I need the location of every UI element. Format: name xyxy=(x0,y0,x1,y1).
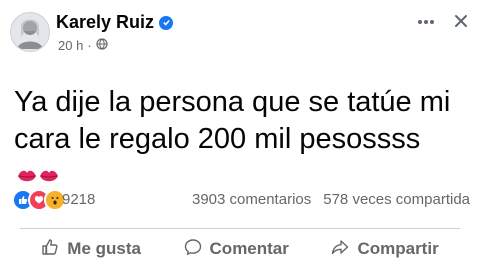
divider xyxy=(20,228,460,229)
share-button[interactable]: Compartir xyxy=(331,234,439,264)
shares-count[interactable]: 578 veces compartida xyxy=(323,191,470,208)
thumbs-up-icon xyxy=(41,238,59,261)
post-actions: Me gusta Comentar Compartir xyxy=(20,234,460,264)
speech-bubble-icon xyxy=(184,238,202,261)
post-text-container: Ya dije la persona que se tatúe mi cara … xyxy=(14,84,464,196)
globe-icon[interactable] xyxy=(96,38,108,53)
comment-button[interactable]: Comentar xyxy=(184,234,289,264)
post-text: Ya dije la persona que se tatúe mi cara … xyxy=(14,86,451,155)
more-options-icon[interactable] xyxy=(416,12,436,36)
reaction-count[interactable]: 9218 xyxy=(62,191,95,208)
stats-right: 3903 comentarios 578 veces compartida xyxy=(192,191,470,208)
meta-separator: · xyxy=(87,38,92,53)
like-button-label: Me gusta xyxy=(67,239,141,258)
author-name-container: Karely Ruiz xyxy=(56,12,174,33)
author-name[interactable]: Karely Ruiz xyxy=(56,12,154,33)
comment-button-label: Comentar xyxy=(209,239,289,258)
close-icon[interactable] xyxy=(452,12,470,36)
share-button-label: Compartir xyxy=(357,239,439,258)
post-stats: 9218 3903 comentarios 578 veces comparti… xyxy=(10,188,470,212)
share-arrow-icon xyxy=(331,238,349,261)
like-button[interactable]: Me gusta xyxy=(41,234,141,264)
post-time[interactable]: 20 h xyxy=(58,38,83,53)
post-header: Karely Ruiz 20 h · xyxy=(10,10,470,66)
post-meta: 20 h · xyxy=(58,38,108,53)
avatar[interactable] xyxy=(10,12,50,52)
reaction-icons[interactable] xyxy=(12,189,66,211)
comments-count[interactable]: 3903 comentarios xyxy=(192,191,311,208)
verified-badge-icon xyxy=(159,15,174,30)
header-actions xyxy=(416,12,470,36)
